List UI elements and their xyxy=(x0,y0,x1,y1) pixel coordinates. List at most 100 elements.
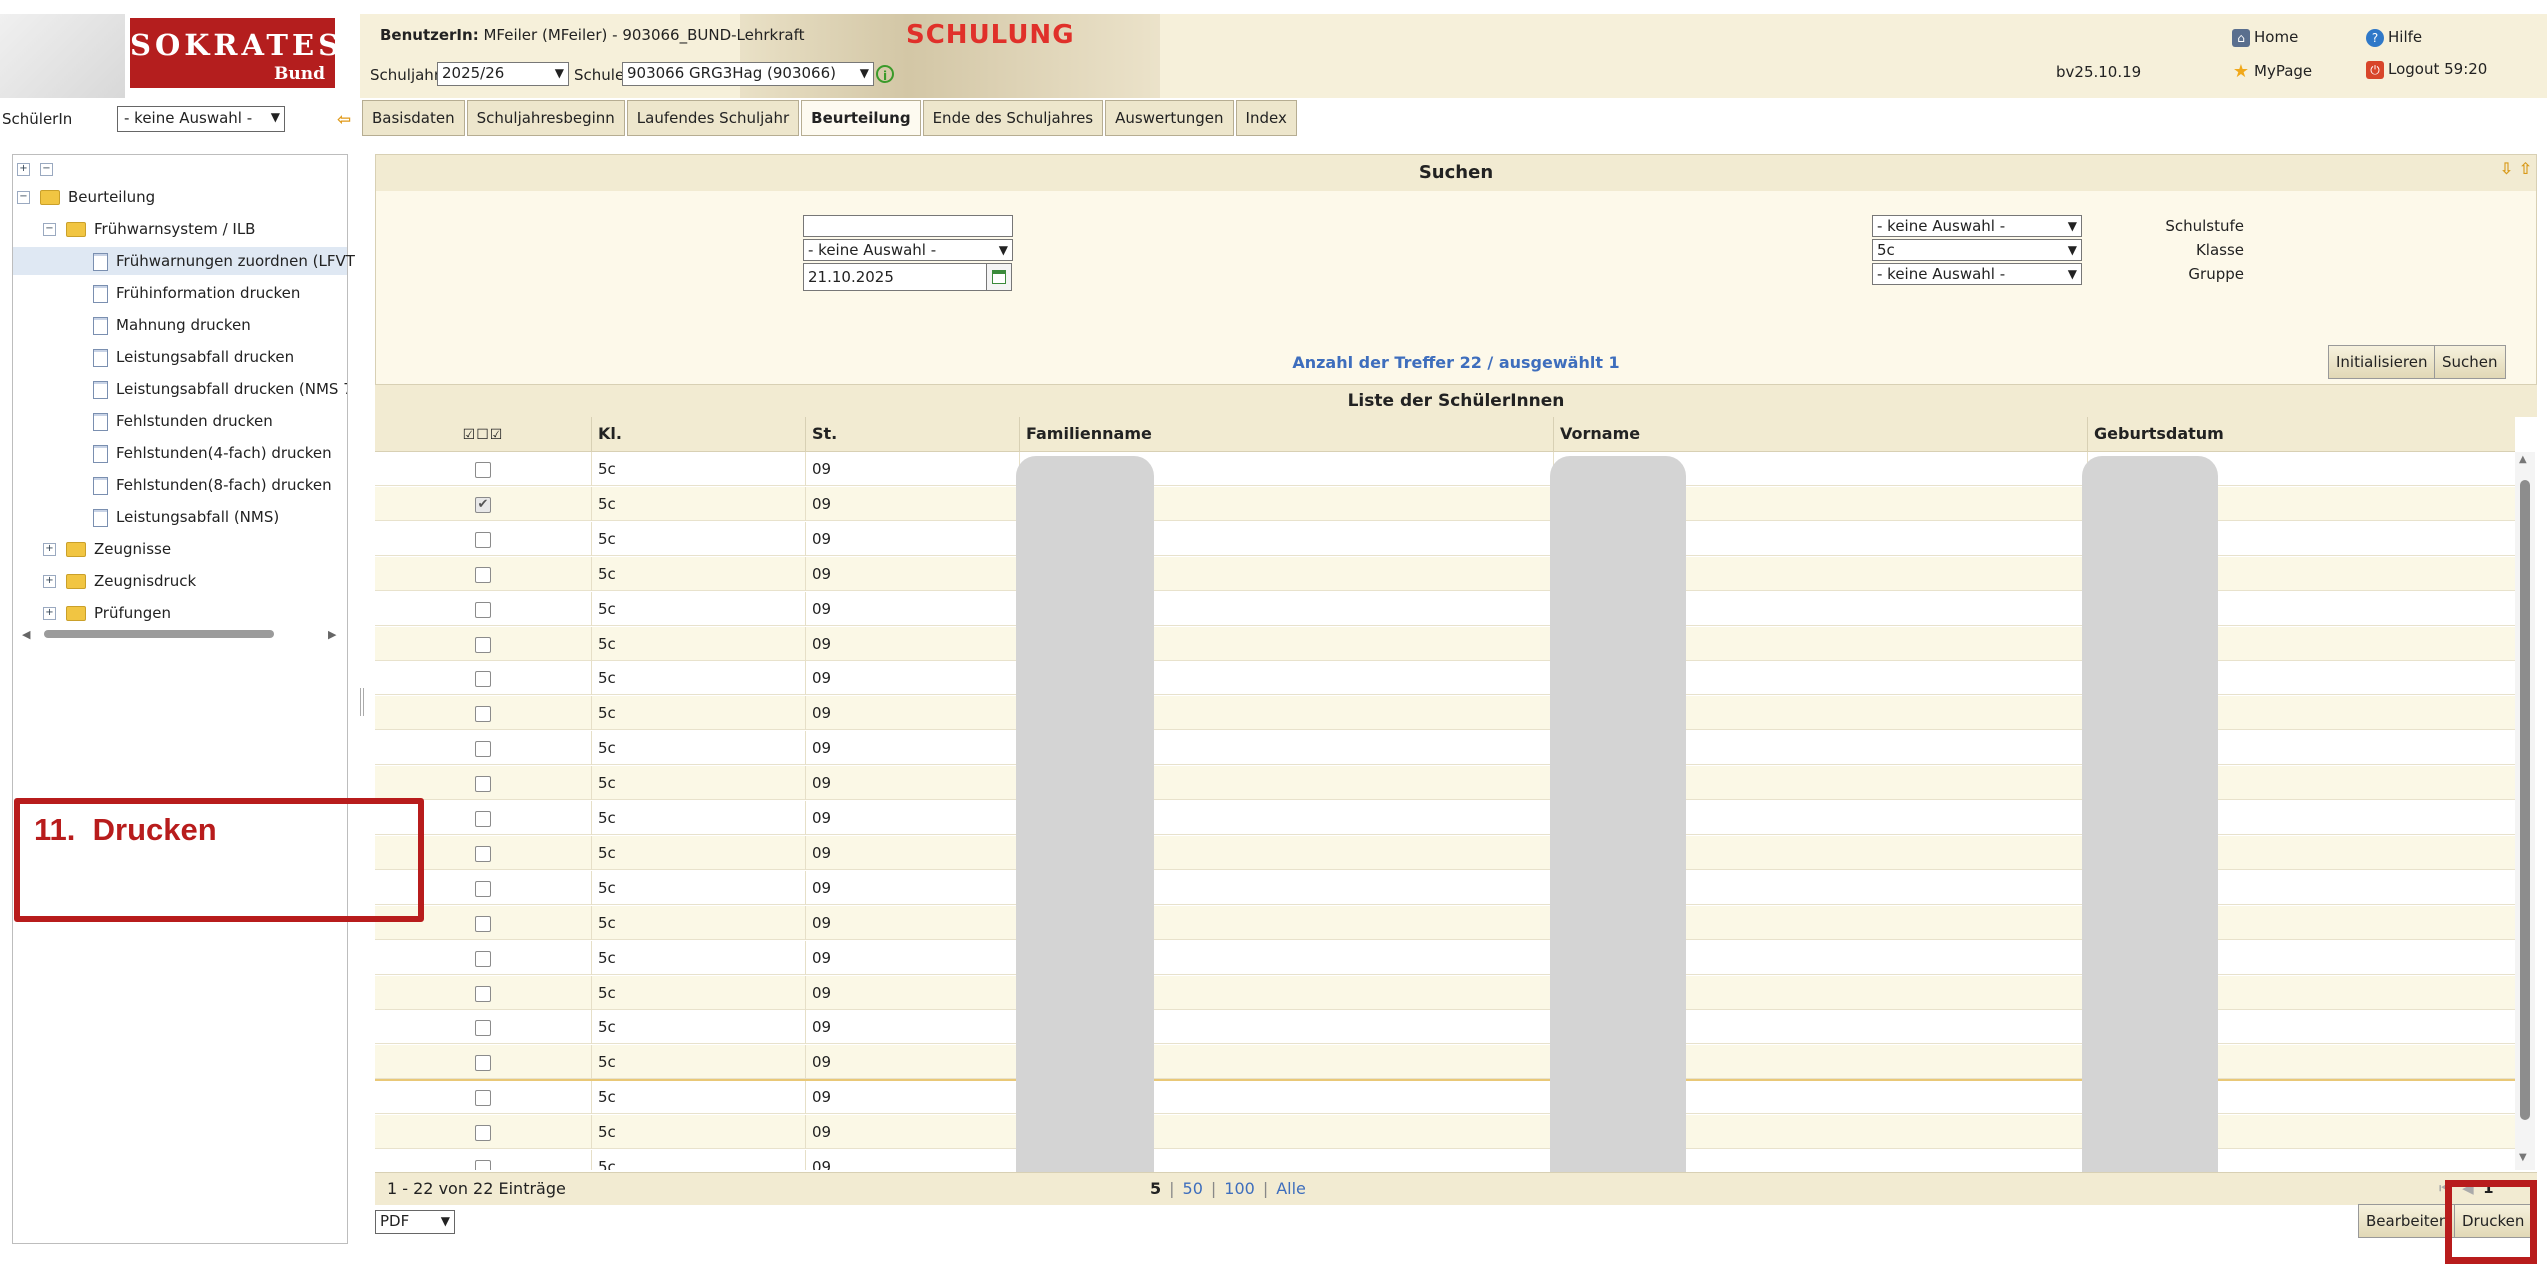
tree-node-beurteilung[interactable]: − Beurteilung xyxy=(17,183,155,211)
list-vertical-scrollbar[interactable]: ▲ ▼ xyxy=(2515,452,2535,1170)
row-checkbox[interactable] xyxy=(475,986,491,1002)
mypage-link[interactable]: ★ MyPage xyxy=(2232,62,2312,81)
tab-laufendes-schuljahr[interactable]: Laufendes Schuljahr xyxy=(626,100,800,136)
search-panel: Suchen ⇩ ⇧ Familienname Geschlecht - kei… xyxy=(375,154,2537,386)
row-checkbox[interactable] xyxy=(475,1125,491,1141)
schueler-select[interactable]: - keine Auswahl - ▼ xyxy=(117,106,285,132)
page-size-all[interactable]: Alle xyxy=(1276,1179,1306,1198)
tree-item-leistungsabfall-nms-2[interactable]: Leistungsabfall (NMS) xyxy=(93,503,279,531)
schulstufe-select[interactable]: - keine Auswahl - ▼ xyxy=(1872,215,2082,237)
stichtag-input[interactable]: 21.10.2025 xyxy=(803,263,987,291)
select-all-checkbox-icons[interactable]: ☑☐☑ xyxy=(463,418,504,452)
tab-basisdaten[interactable]: Basisdaten xyxy=(362,100,465,136)
tree-item-fehlstunden-8fach[interactable]: Fehlstunden(8-fach) drucken xyxy=(93,471,332,499)
expand-icon[interactable]: + xyxy=(43,543,56,556)
column-header-kl[interactable]: Kl. xyxy=(591,417,805,451)
row-checkbox[interactable] xyxy=(475,1055,491,1071)
tree-horizontal-scrollbar[interactable] xyxy=(30,628,330,640)
geschlecht-select[interactable]: - keine Auswahl - ▼ xyxy=(803,239,1013,261)
back-arrow-icon[interactable]: ⇦ xyxy=(337,110,351,130)
list-header: ☑☐☑ Kl. St. Familienname Vorname Geburts… xyxy=(375,417,2515,452)
cell-kl: 5c xyxy=(591,1010,805,1044)
help-link[interactable]: ? Hilfe xyxy=(2366,28,2422,47)
tree-node-zeugnisdruck[interactable]: + Zeugnisdruck xyxy=(43,567,196,595)
tree-item-fehlstunden[interactable]: Fehlstunden drucken xyxy=(93,407,273,435)
row-checkbox[interactable] xyxy=(475,706,491,722)
column-header-vorname[interactable]: Vorname xyxy=(1553,417,2087,451)
cell-st: 09 xyxy=(805,1010,1019,1044)
sokrates-logo[interactable]: SOKRATES Bund xyxy=(130,18,339,88)
calendar-icon[interactable] xyxy=(986,263,1012,291)
scroll-down-icon[interactable]: ▼ xyxy=(2519,1152,2527,1163)
initialize-button[interactable]: Initialisieren xyxy=(2328,345,2436,379)
collapse-icon[interactable]: − xyxy=(43,223,56,236)
tree-item-leistungsabfall[interactable]: Leistungsabfall drucken xyxy=(93,343,294,371)
collapse-icon[interactable]: − xyxy=(17,191,30,204)
tab-beurteilung[interactable]: Beurteilung xyxy=(801,100,921,136)
row-checkbox[interactable] xyxy=(475,1160,491,1170)
familienname-input[interactable] xyxy=(803,215,1013,237)
tab-ende-des-schuljahres[interactable]: Ende des Schuljahres xyxy=(922,100,1104,136)
row-checkbox[interactable] xyxy=(475,532,491,548)
tab-auswertungen[interactable]: Auswertungen xyxy=(1105,100,1234,136)
tree-item-fruehinformation[interactable]: Frühinformation drucken xyxy=(93,279,300,307)
home-link[interactable]: ⌂ Home xyxy=(2232,28,2298,47)
row-checkbox[interactable] xyxy=(475,916,491,932)
tab-index[interactable]: Index xyxy=(1235,100,1297,136)
scroll-right-icon[interactable]: ▶ xyxy=(328,628,336,641)
page-size-100[interactable]: 100 xyxy=(1224,1179,1255,1198)
row-checkbox[interactable] xyxy=(475,1020,491,1036)
row-checkbox[interactable] xyxy=(475,637,491,653)
collapse-expand-icons[interactable]: ⇩ ⇧ xyxy=(2500,159,2532,178)
tree-item-leistungsabfall-nms[interactable]: Leistungsabfall drucken (NMS 7./ xyxy=(93,375,347,403)
navigation-tree: + − − Beurteilung − Frühwarnsystem / ILB Fr… xyxy=(12,154,355,1244)
schuljahr-select[interactable]: 2025/26 ▼ xyxy=(437,62,569,86)
row-checkbox[interactable] xyxy=(475,602,491,618)
gruppe-select[interactable]: - keine Auswahl - ▼ xyxy=(1872,263,2082,285)
schule-select[interactable]: 903066 GRG3Hag (903066) ▼ xyxy=(622,62,874,86)
row-select-cell xyxy=(375,976,591,1010)
row-checkbox[interactable] xyxy=(475,1090,491,1106)
scroll-up-icon[interactable]: ▲ xyxy=(2519,454,2527,465)
row-checkbox[interactable] xyxy=(475,671,491,687)
tree-node-zeugnisse[interactable]: + Zeugnisse xyxy=(43,535,171,563)
tree-node-fruehwarnsystem[interactable]: − Frühwarnsystem / ILB xyxy=(43,215,255,243)
document-icon xyxy=(93,284,108,303)
document-icon xyxy=(93,316,108,335)
cell-kl: 5c xyxy=(591,1115,805,1149)
edit-button[interactable]: Bearbeiten xyxy=(2358,1204,2457,1238)
expand-all-icon[interactable]: + xyxy=(17,163,30,176)
tree-item-mahnung[interactable]: Mahnung drucken xyxy=(93,311,251,339)
column-header-geburtsdatum[interactable]: Geburtsdatum xyxy=(2087,417,2515,451)
row-checkbox[interactable] xyxy=(475,881,491,897)
info-icon[interactable]: i xyxy=(876,65,894,83)
search-button[interactable]: Suchen xyxy=(2434,345,2506,379)
collapse-all-icon[interactable]: − xyxy=(40,163,53,176)
scrollbar-thumb[interactable] xyxy=(2520,480,2530,1120)
logout-link[interactable]: ⏻ Logout 59:20 xyxy=(2366,60,2487,79)
row-checkbox[interactable]: ✔ xyxy=(475,497,491,513)
chevron-down-icon: ▼ xyxy=(998,243,1008,257)
scrollbar-thumb[interactable] xyxy=(44,630,274,638)
tree-item-fehlstunden-4fach[interactable]: Fehlstunden(4-fach) drucken xyxy=(93,439,332,467)
page-size-50[interactable]: 50 xyxy=(1183,1179,1203,1198)
row-checkbox[interactable] xyxy=(475,462,491,478)
column-header-familienname[interactable]: Familienname xyxy=(1019,417,1553,451)
row-checkbox[interactable] xyxy=(475,811,491,827)
column-header-st[interactable]: St. xyxy=(805,417,1019,451)
row-checkbox[interactable] xyxy=(475,567,491,583)
row-checkbox[interactable] xyxy=(475,951,491,967)
row-checkbox[interactable] xyxy=(475,776,491,792)
expand-icon[interactable]: + xyxy=(43,607,56,620)
tree-item-fruehwarnungen-zuordnen[interactable]: Frühwarnungen zuordnen (LFVT xyxy=(13,247,355,275)
tab-schuljahresbeginn[interactable]: Schuljahresbeginn xyxy=(466,100,625,136)
tree-expand-collapse-all: + − xyxy=(17,155,63,183)
format-select[interactable]: PDF ▼ xyxy=(375,1210,455,1234)
expand-icon[interactable]: + xyxy=(43,575,56,588)
row-checkbox[interactable] xyxy=(475,741,491,757)
panel-splitter[interactable] xyxy=(360,688,364,716)
klasse-select[interactable]: 5c ▼ xyxy=(1872,239,2082,261)
row-checkbox[interactable] xyxy=(475,846,491,862)
tree-node-pruefungen[interactable]: + Prüfungen xyxy=(43,599,171,627)
tree-item-label: Frühwarnungen zuordnen (LFVT xyxy=(116,252,355,270)
